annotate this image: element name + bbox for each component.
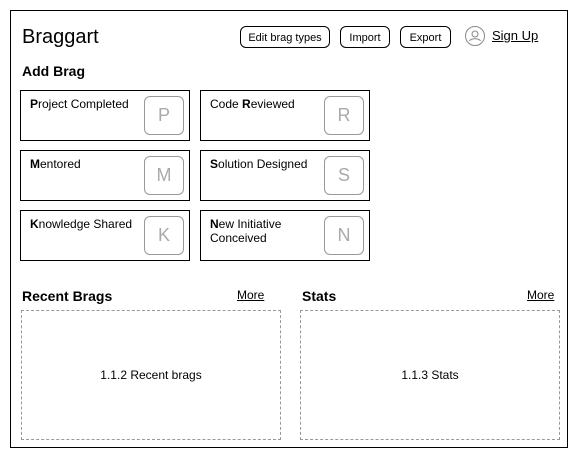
shortcut-key: P	[144, 96, 184, 135]
user-icon	[465, 26, 485, 46]
brag-label: Mentored	[30, 157, 81, 171]
brag-new-initiative-button[interactable]: New Initiative Conceived N	[200, 210, 370, 261]
brag-project-completed-button[interactable]: Project Completed P	[20, 90, 190, 141]
sign-up-link[interactable]: Sign Up	[492, 28, 538, 43]
recent-brags-title: Recent Brags	[22, 288, 113, 304]
export-button[interactable]: Export	[400, 26, 451, 48]
brag-label: Solution Designed	[210, 157, 308, 171]
shortcut-key: R	[324, 96, 364, 135]
brag-label: Project Completed	[30, 97, 129, 111]
shortcut-key: S	[324, 156, 364, 195]
user-icon-glyph	[469, 30, 481, 42]
shortcut-key: N	[324, 216, 364, 255]
recent-brags-panel: 1.1.2 Recent brags	[21, 310, 281, 440]
recent-more-link[interactable]: More	[237, 288, 264, 302]
shortcut-key: K	[144, 216, 184, 255]
stats-more-link[interactable]: More	[527, 288, 554, 302]
edit-brag-types-button[interactable]: Edit brag types	[240, 26, 330, 48]
brag-solution-designed-button[interactable]: Solution Designed S	[200, 150, 370, 201]
brag-label: Code Reviewed	[210, 97, 295, 111]
import-button[interactable]: Import	[340, 26, 390, 48]
brag-mentored-button[interactable]: Mentored M	[20, 150, 190, 201]
stats-panel: 1.1.3 Stats	[300, 310, 560, 440]
brag-code-reviewed-button[interactable]: Code Reviewed R	[200, 90, 370, 141]
app-title: Braggart	[22, 26, 99, 48]
stats-title: Stats	[302, 288, 337, 304]
brag-knowledge-shared-button[interactable]: Knowledge Shared K	[20, 210, 190, 261]
brag-label: New Initiative Conceived	[210, 217, 282, 245]
recent-brags-placeholder: 1.1.2 Recent brags	[100, 368, 202, 382]
brag-label: Knowledge Shared	[30, 217, 133, 231]
shortcut-key: M	[144, 156, 184, 195]
add-brag-title: Add Brag	[22, 63, 85, 79]
stats-placeholder: 1.1.3 Stats	[401, 368, 459, 382]
